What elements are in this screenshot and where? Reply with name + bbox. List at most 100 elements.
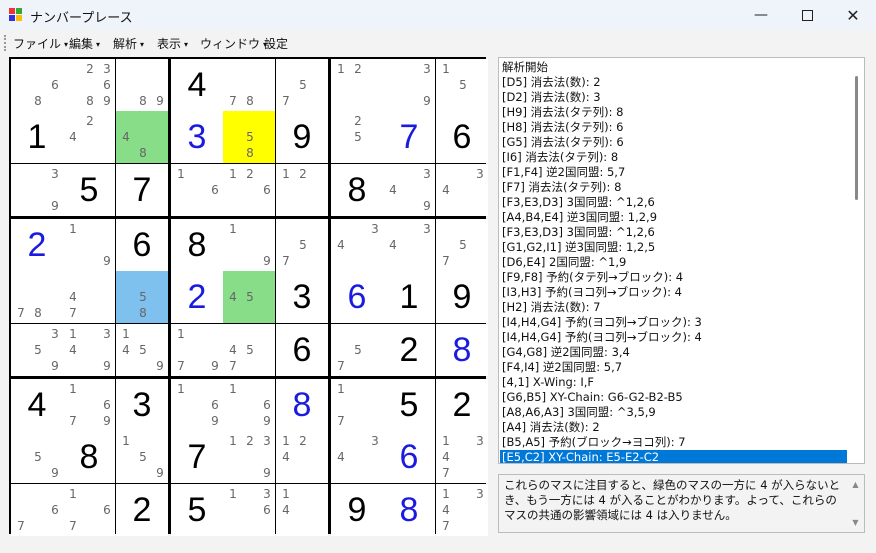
- board-cell[interactable]: 1 3 6: [223, 484, 275, 536]
- board-cell[interactable]: 34: [436, 164, 488, 216]
- board-cell[interactable]: 5: [383, 379, 435, 431]
- board-cell[interactable]: 1: [383, 271, 435, 323]
- scroll-down-icon[interactable]: ▼: [848, 518, 863, 527]
- board-cell[interactable]: 3 4 9: [383, 164, 435, 216]
- sudoku-board[interactable]: 6823698894785712391512448358925763957161…: [9, 57, 488, 536]
- board-cell[interactable]: 8: [383, 484, 435, 536]
- board-cell[interactable]: 15: [436, 59, 488, 111]
- board-cell[interactable]: 17: [331, 379, 383, 431]
- board-cell[interactable]: 3: [116, 379, 168, 431]
- board-cell[interactable]: 1 3 4 9: [63, 324, 115, 376]
- log-line-selected[interactable]: [E5,C2] XY-Chain: E5-E2-C2: [500, 450, 847, 463]
- board-cell[interactable]: 359: [11, 324, 63, 376]
- board-cell[interactable]: 89: [116, 59, 168, 111]
- board-cell[interactable]: 6: [276, 324, 328, 376]
- log-line[interactable]: [A4,B4,E4] 逆3国同盟: 1,2,9: [502, 210, 657, 225]
- log-line[interactable]: [H8] 消去法(タテ列): 6: [502, 120, 623, 135]
- board-cell[interactable]: 67: [11, 484, 63, 536]
- board-cell[interactable]: 6: [383, 431, 435, 483]
- board-cell[interactable]: 3: [276, 271, 328, 323]
- board-cell[interactable]: 45: [223, 271, 275, 323]
- log-line[interactable]: [A8,A6,A3] 3国同盟: ^3,5,9: [502, 405, 656, 420]
- log-line[interactable]: [F1,F4] 逆2国同盟: 5,7: [502, 165, 625, 180]
- log-line[interactable]: 解析開始: [502, 60, 548, 75]
- board-cell[interactable]: 7: [116, 164, 168, 216]
- board-cell[interactable]: 1679: [63, 379, 115, 431]
- board-cell[interactable]: 48: [116, 111, 168, 163]
- log-line[interactable]: [A4] 消去法(数): 2: [502, 420, 600, 435]
- log-line[interactable]: [G5] 消去法(タテ列): 6: [502, 135, 624, 150]
- board-cell[interactable]: 5: [63, 164, 115, 216]
- board-cell[interactable]: 8: [171, 219, 223, 271]
- log-scrollbar[interactable]: [847, 58, 864, 463]
- board-cell[interactable]: 7: [383, 111, 435, 163]
- board-cell[interactable]: 1 6 9: [223, 379, 275, 431]
- board-cell[interactable]: 1 6 9: [171, 379, 223, 431]
- board-cell[interactable]: 39: [383, 59, 435, 111]
- board-cell[interactable]: 47: [63, 271, 115, 323]
- board-cell[interactable]: 1 9 7: [171, 324, 223, 376]
- board-cell[interactable]: 124: [276, 431, 328, 483]
- analysis-log[interactable]: 解析開始 [D5] 消去法(数): 2 [D2] 消去法(数): 3 [H9] 消去法…: [498, 57, 865, 464]
- menu-item-2[interactable]: 解析 ▾: [113, 35, 144, 52]
- log-line[interactable]: [G6,B5] XY-Chain: G6-G2-B2-B5: [502, 390, 683, 405]
- board-cell[interactable]: 39: [11, 164, 63, 216]
- board-cell[interactable]: 78: [11, 271, 63, 323]
- board-cell[interactable]: 57: [276, 219, 328, 271]
- menu-item-5[interactable]: 設定: [264, 35, 288, 52]
- log-line[interactable]: [4,1] X-Wing: I,F: [502, 375, 594, 390]
- menu-item-4[interactable]: ウィンドウ ▾: [200, 35, 267, 52]
- log-line[interactable]: [G1,G2,I1] 逆3国同盟: 1,2,5: [502, 240, 655, 255]
- description-scrollbar[interactable]: ▲ ▼: [848, 476, 863, 531]
- log-line[interactable]: [F3,E3,D3] 3国同盟: ^1,2,6: [502, 225, 655, 240]
- log-line[interactable]: [D2] 消去法(数): 3: [502, 90, 601, 105]
- board-cell[interactable]: 16: [171, 164, 223, 216]
- board-cell[interactable]: 57: [436, 219, 488, 271]
- board-cell[interactable]: 159: [116, 431, 168, 483]
- board-cell[interactable]: 8: [63, 431, 115, 483]
- log-line[interactable]: [D6,E4] 2国同盟: ^1,9: [502, 255, 626, 270]
- board-cell[interactable]: 59: [11, 431, 63, 483]
- board-cell[interactable]: 2: [171, 271, 223, 323]
- board-cell[interactable]: 23 6 98: [63, 59, 115, 111]
- board-cell[interactable]: 457: [223, 324, 275, 376]
- log-line[interactable]: [F4,I4] 逆2国同盟: 5,7: [502, 360, 622, 375]
- board-cell[interactable]: 12: [331, 59, 383, 111]
- board-cell[interactable]: 6: [331, 271, 383, 323]
- board-cell[interactable]: 9: [331, 484, 383, 536]
- log-line[interactable]: [F3,E3,D3] 3国同盟: ^1,2,6: [502, 195, 655, 210]
- board-cell[interactable]: 7: [171, 431, 223, 483]
- board-cell[interactable]: 4: [171, 59, 223, 111]
- board-cell[interactable]: 9: [276, 111, 328, 163]
- board-cell[interactable]: 1: [11, 111, 63, 163]
- board-cell[interactable]: 34: [383, 219, 435, 271]
- board-cell[interactable]: 19: [63, 219, 115, 271]
- minimize-button[interactable]: —: [738, 0, 784, 30]
- board-cell[interactable]: 3: [171, 111, 223, 163]
- log-line[interactable]: [F9,F8] 予約(タテ列→ブロック): 4: [502, 270, 683, 285]
- board-cell[interactable]: 2: [116, 484, 168, 536]
- log-line[interactable]: [H2] 消去法(数): 7: [502, 300, 600, 315]
- board-cell[interactable]: 34: [331, 431, 383, 483]
- toolbar-grip[interactable]: [4, 35, 9, 51]
- board-cell[interactable]: 24: [63, 111, 115, 163]
- log-line[interactable]: [I4,H4,G4] 予約(ヨコ列→ブロック): 4: [502, 330, 702, 345]
- board-cell[interactable]: 5: [171, 484, 223, 536]
- board-cell[interactable]: 8: [331, 164, 383, 216]
- board-cell[interactable]: 6: [436, 111, 488, 163]
- board-cell[interactable]: 25: [331, 111, 383, 163]
- log-line[interactable]: [I6] 消去法(タテ列): 8: [502, 150, 618, 165]
- log-line[interactable]: [H9] 消去法(タテ列): 8: [502, 105, 623, 120]
- log-line[interactable]: [I4,H4,G4] 予約(ヨコ列→ブロック): 3: [502, 315, 702, 330]
- log-line[interactable]: [I3,H3] 予約(ヨコ列→ブロック): 4: [502, 285, 682, 300]
- board-cell[interactable]: 57: [276, 59, 328, 111]
- board-cell[interactable]: 68: [11, 59, 63, 111]
- board-cell[interactable]: 8: [276, 379, 328, 431]
- board-cell[interactable]: 1 3 4 7: [436, 431, 488, 483]
- board-cell[interactable]: 2: [11, 219, 63, 271]
- log-line[interactable]: [B5,A5] 予約(ブロック→ヨコ列): 7: [502, 435, 686, 450]
- board-cell[interactable]: 8: [436, 324, 488, 376]
- board-cell[interactable]: 58: [223, 111, 275, 163]
- board-cell[interactable]: 6: [116, 219, 168, 271]
- board-cell[interactable]: 78: [223, 59, 275, 111]
